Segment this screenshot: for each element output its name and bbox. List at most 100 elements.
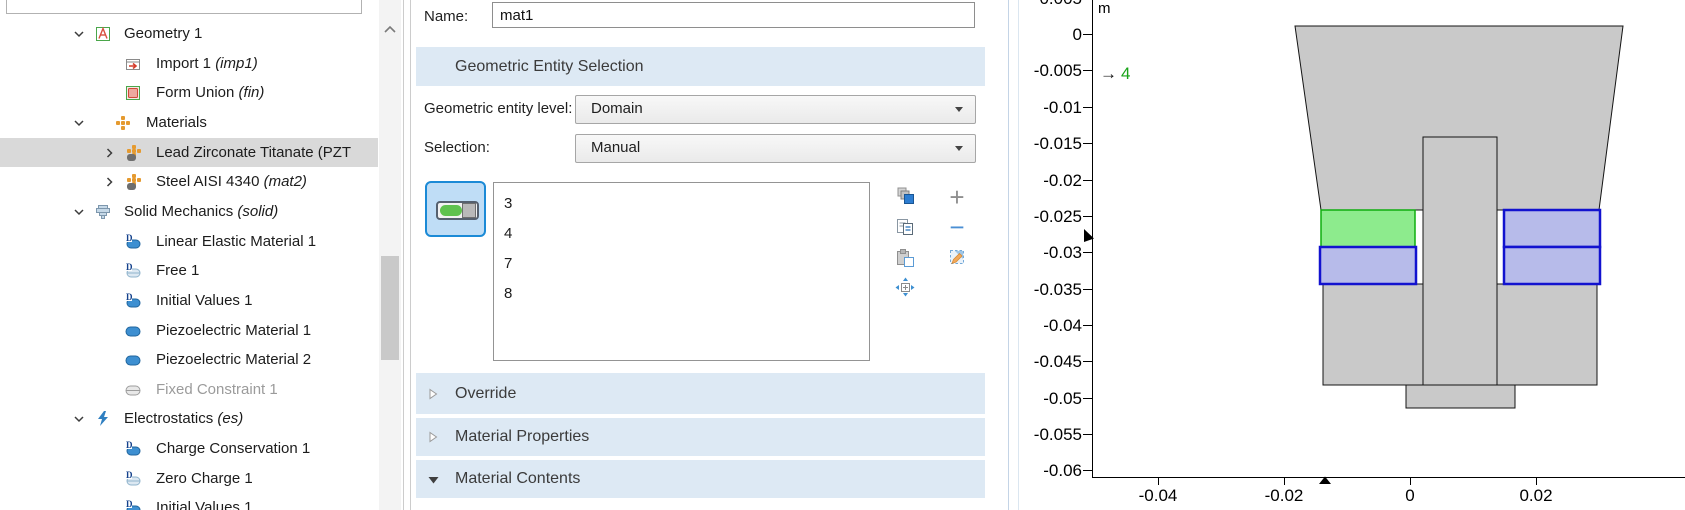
tree-item-form-union[interactable]: Form Union (fin) <box>0 78 378 107</box>
section-title: Material Properties <box>455 418 589 456</box>
y-axis-tick-label: -0.06 <box>1043 461 1082 480</box>
tree-item-label: Free 1 <box>156 256 199 285</box>
chevron-right-icon[interactable] <box>427 387 439 406</box>
paste-selection-button[interactable] <box>895 248 915 268</box>
tree-item-piezoelectric-material-2[interactable]: Piezoelectric Material 2 <box>0 345 378 374</box>
domain-3-selected[interactable] <box>1320 247 1416 284</box>
svg-text:D: D <box>126 262 133 272</box>
hover-annotation-arrow: → <box>1100 64 1117 83</box>
chevron-right-icon[interactable] <box>100 143 118 161</box>
chevron-down-icon <box>955 107 963 112</box>
node-d-blue-icon: D <box>124 439 142 457</box>
x-axis-tick-label: 0.02 <box>1519 486 1552 505</box>
svg-text:D: D <box>126 440 133 450</box>
clear-selection-button[interactable] <box>947 247 967 267</box>
chevron-down-icon[interactable] <box>70 409 88 427</box>
section-material-contents[interactable]: Material Contents <box>416 460 985 498</box>
scrollbar-thumb[interactable] <box>381 256 399 360</box>
y-axis-tick-label: -0.02 <box>1043 171 1082 190</box>
solid-mechanics-icon <box>94 202 112 220</box>
chevron-down-icon[interactable] <box>70 113 88 131</box>
domain-7-selected[interactable] <box>1504 210 1600 247</box>
chevron-right-icon[interactable] <box>427 430 439 449</box>
bolt-shaft[interactable] <box>1423 137 1497 385</box>
bolt-head[interactable] <box>1406 385 1515 408</box>
electrostatics-icon <box>94 409 112 427</box>
node-gray-icon <box>124 380 142 398</box>
section-override[interactable]: Override <box>416 373 985 414</box>
node-d-blue-icon: D <box>124 291 142 309</box>
tree-item-electrostatics[interactable]: Electrostatics (es) <box>0 404 378 433</box>
tree-item-label: Initial Values 1 <box>156 286 252 315</box>
tree-item-label: Piezoelectric Material 2 <box>156 345 311 374</box>
active-selection-toggle[interactable] <box>425 181 486 237</box>
tree-item-label: Piezoelectric Material 1 <box>156 316 311 345</box>
model-builder-scrollbar[interactable] <box>379 0 401 510</box>
domain-8-selected[interactable] <box>1504 247 1600 284</box>
add-to-selection-button[interactable]: + <box>944 184 970 210</box>
tree-item-label: Import 1 (imp1) <box>156 49 258 78</box>
chevron-down-icon[interactable] <box>427 473 440 491</box>
material-icon <box>124 143 142 161</box>
tree-item-label: Lead Zirconate Titanate (PZT <box>156 138 351 167</box>
tree-item-import-1[interactable]: Import 1 (imp1) <box>0 49 378 78</box>
geometric-entity-level-select[interactable]: Domain <box>575 95 976 124</box>
tree-item-label: Electrostatics (es) <box>124 404 243 433</box>
tree-item-piezoelectric-material-1[interactable]: Piezoelectric Material 1 <box>0 316 378 345</box>
tree-item-label: Zero Charge 1 <box>156 464 253 493</box>
tree-item-linear-elastic-material-1[interactable]: DLinear Elastic Material 1 <box>0 227 378 256</box>
scroll-up-icon[interactable] <box>380 20 400 40</box>
front-mass-left[interactable] <box>1323 284 1423 385</box>
tree-item-label: Solid Mechanics (solid) <box>124 197 278 226</box>
front-mass-right[interactable] <box>1497 284 1597 385</box>
section-material-properties[interactable]: Material Properties <box>416 418 985 456</box>
selection-mode-select[interactable]: Manual <box>575 134 976 163</box>
selection-list-item[interactable]: 7 <box>504 249 844 279</box>
y-axis-tick-label: -0.025 <box>1034 207 1082 226</box>
y-axis-tick-label: -0.01 <box>1043 98 1082 117</box>
selection-list-item[interactable]: 4 <box>504 219 844 249</box>
chevron-right-icon[interactable] <box>100 172 118 190</box>
y-axis-tick-label: -0.04 <box>1043 316 1082 335</box>
tree-item-charge-conservation-1[interactable]: DCharge Conservation 1 <box>0 434 378 463</box>
graphics-canvas[interactable]: 0.0050-0.005-0.01-0.015-0.02-0.025-0.03-… <box>1008 0 1685 510</box>
tree-item-fixed-constraint-1[interactable]: Fixed Constraint 1 <box>0 375 378 404</box>
zoom-to-selection-button[interactable] <box>895 277 915 297</box>
node-d-blue-icon: D <box>124 498 142 510</box>
y-axis-tick-label: -0.045 <box>1034 352 1082 371</box>
y-axis-tick-label: 0.005 <box>1039 0 1082 8</box>
tree-item-free-1[interactable]: D Free 1 <box>0 256 378 285</box>
svg-text:D: D <box>126 233 133 243</box>
selection-list-item[interactable]: 8 <box>504 279 844 309</box>
tree-item-steel-aisi-4340[interactable]: Steel AISI 4340 (mat2) <box>0 167 378 196</box>
remove-from-selection-button[interactable]: − <box>944 214 970 240</box>
section-geometric-entity-selection[interactable]: Geometric Entity Selection <box>416 47 985 86</box>
selection-list[interactable]: 3478 <box>493 182 870 361</box>
create-selection-button[interactable] <box>895 186 915 206</box>
tree-item-label: Materials <box>146 108 207 137</box>
section-title: Geometric Entity Selection <box>455 47 644 86</box>
tree-item-materials[interactable]: Materials <box>0 108 378 137</box>
tree-item-geometry-1[interactable]: Geometry 1 <box>0 19 378 48</box>
x-axis-tick-label: -0.04 <box>1139 486 1178 505</box>
toggle-switch-icon <box>436 201 479 220</box>
chevron-down-icon[interactable] <box>70 202 88 220</box>
name-input[interactable] <box>492 2 975 28</box>
settings-panel: Name: Geometric Entity Selection Geometr… <box>412 0 985 510</box>
tree-item-initial-values-1[interactable]: D Initial Values 1 <box>0 493 378 510</box>
svg-text:D: D <box>126 292 133 302</box>
tree-item-initial-values-1[interactable]: D Initial Values 1 <box>0 286 378 315</box>
tree-item-solid-mechanics[interactable]: Solid Mechanics (solid) <box>0 197 378 226</box>
tree-item-label: Initial Values 1 <box>156 493 252 510</box>
selection-list-item[interactable]: 3 <box>504 189 844 219</box>
tree-item-lead-zirconate-titanate-pzt[interactable]: Lead Zirconate Titanate (PZT <box>0 138 378 167</box>
domain-4-hovered[interactable] <box>1321 210 1415 247</box>
chevron-down-icon[interactable] <box>70 24 88 42</box>
form-union-icon <box>124 83 142 101</box>
model-builder-filter-field[interactable] <box>6 0 362 14</box>
copy-selection-button[interactable] <box>895 217 915 237</box>
y-axis-tick-label: -0.015 <box>1034 134 1082 153</box>
tree-item-zero-charge-1[interactable]: DZero Charge 1 <box>0 464 378 493</box>
graphics-panel[interactable]: 0.0050-0.005-0.01-0.015-0.02-0.025-0.03-… <box>1008 0 1685 510</box>
tree-item-label: Geometry 1 <box>124 19 202 48</box>
